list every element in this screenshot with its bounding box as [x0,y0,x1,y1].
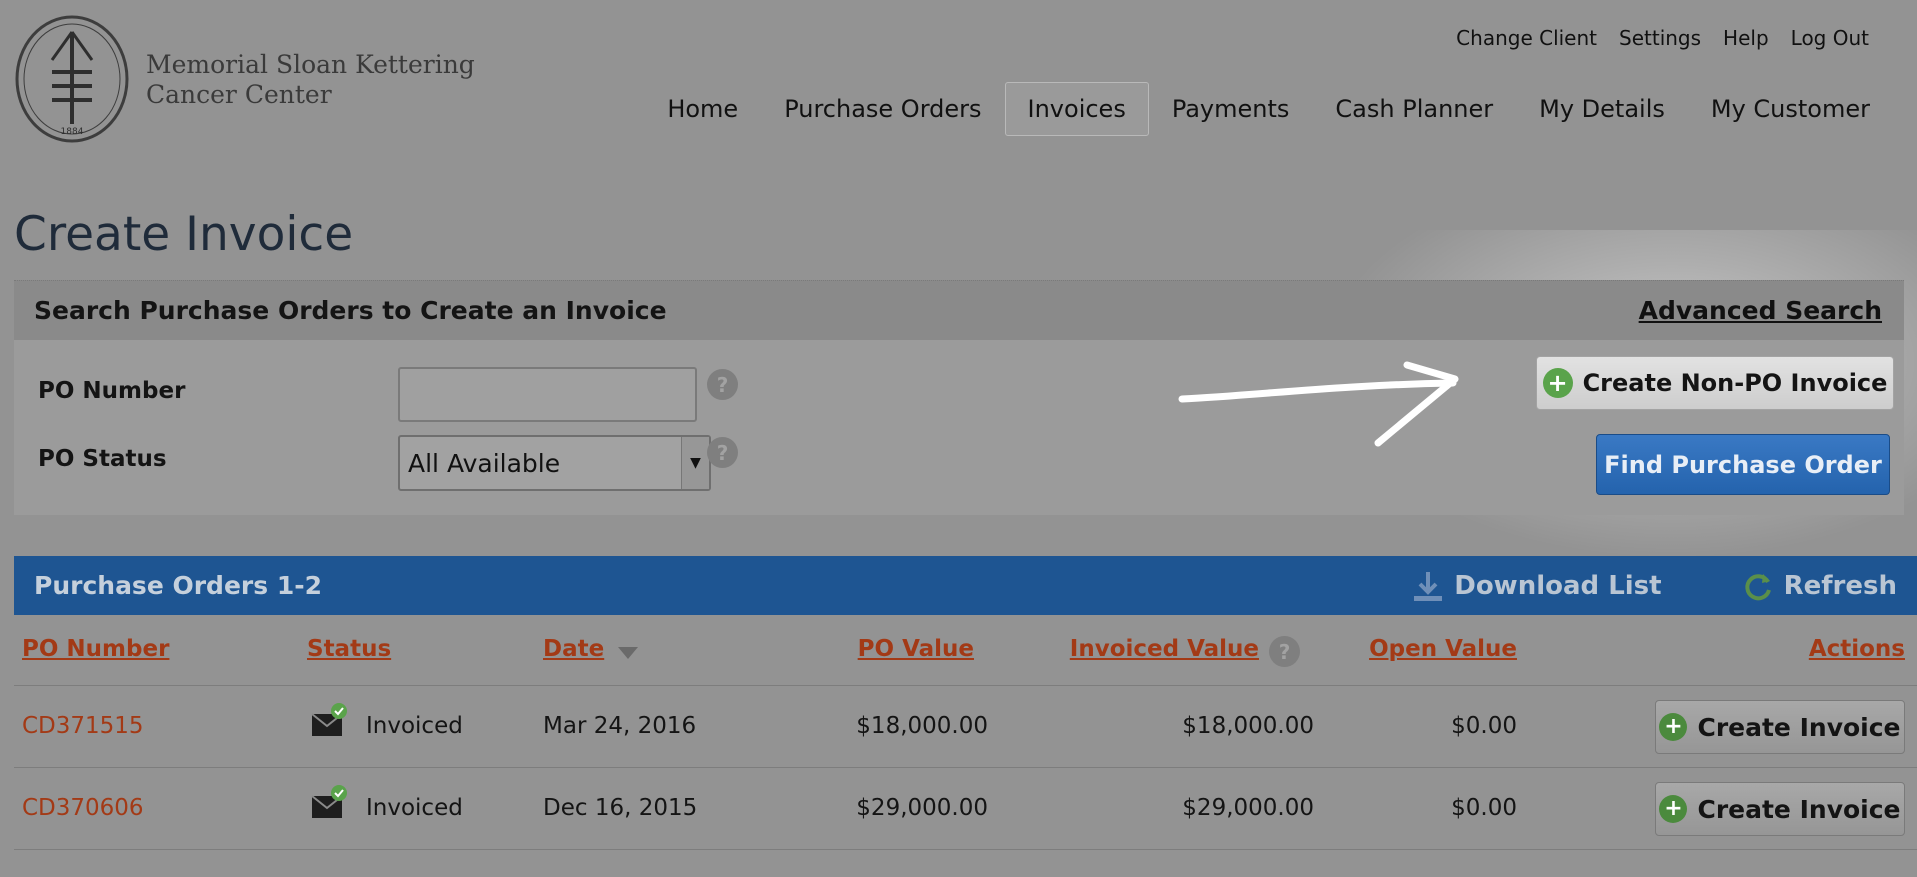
results-header-bar: Purchase Orders 1-2 Download List Refres… [14,556,1917,615]
download-list-label: Download List [1454,570,1662,601]
po-value-text: $29,000.00 [856,795,988,821]
create-invoice-button[interactable]: + Create Invoice [1655,700,1905,754]
create-nonpo-invoice-button[interactable]: + Create Non-PO Invoice [1536,356,1894,410]
org-name-line2: Cancer Center [146,80,332,109]
po-status-label: PO Status [38,446,167,472]
nav-my-customer[interactable]: My Customer [1688,82,1893,136]
open-value-text: $0.00 [1451,713,1517,739]
logo-year: 1884 [61,127,84,137]
sort-desc-icon[interactable] [617,646,639,660]
po-value-text: $18,000.00 [856,713,988,739]
col-date[interactable]: Date [543,636,604,662]
help-icon[interactable]: ? [707,369,738,400]
create-nonpo-label: Create Non-PO Invoice [1582,369,1888,397]
chevron-down-icon[interactable]: ▼ [681,437,709,489]
nav-payments[interactable]: Payments [1149,82,1313,136]
download-list-button[interactable]: Download List [1412,570,1662,602]
plus-circle-icon: + [1542,368,1573,398]
create-invoice-label: Create Invoice [1697,712,1901,742]
po-status-selected: All Available [408,449,561,478]
msk-logo-icon[interactable]: 1884 [14,14,130,144]
help-icon[interactable]: ? [707,437,738,468]
nav-invoices[interactable]: Invoices [1004,82,1149,136]
search-panel: Search Purchase Orders to Create an Invo… [14,280,1904,515]
main-nav: Home Purchase Orders Invoices Payments C… [644,82,1893,136]
utility-nav: Change Client Settings Help Log Out [1456,26,1869,50]
org-name: Memorial Sloan Kettering Cancer Center [146,50,475,110]
status-text: Invoiced [366,713,463,739]
search-title: Search Purchase Orders to Create an Invo… [34,296,667,325]
refresh-label: Refresh [1783,570,1897,601]
nav-my-details[interactable]: My Details [1516,82,1688,136]
create-invoice-label: Create Invoice [1697,794,1901,824]
col-actions: Actions [1808,636,1905,662]
search-header: Search Purchase Orders to Create an Invo… [14,280,1904,340]
status-text: Invoiced [366,795,463,821]
nav-cash-planner[interactable]: Cash Planner [1312,82,1516,136]
po-status-select[interactable]: All Available ▼ [398,435,711,491]
results-title: Purchase Orders 1-2 [34,571,322,600]
col-status[interactable]: Status [307,636,391,662]
plus-circle-icon: + [1659,713,1688,741]
po-number-link[interactable]: CD371515 [22,713,144,739]
open-value-text: $0.00 [1451,795,1517,821]
nav-purchase-orders[interactable]: Purchase Orders [761,82,1004,136]
table-row: CD371515 Invoiced Mar 24, 2016 $18,000.0… [14,685,1917,767]
envelope-check-icon [311,703,347,736]
table-header: PO Number Status Date PO Value Invoiced … [0,636,1917,686]
download-icon [1414,571,1443,601]
invoiced-value-text: $18,000.00 [1182,713,1314,739]
create-invoice-button[interactable]: + Create Invoice [1655,782,1905,836]
col-open-value[interactable]: Open Value [1369,636,1517,662]
col-po-value[interactable]: PO Value [858,636,974,662]
plus-circle-icon: + [1659,795,1688,823]
invoiced-value-text: $29,000.00 [1182,795,1314,821]
date-text: Mar 24, 2016 [543,713,697,739]
po-number-link[interactable]: CD370606 [22,795,144,821]
po-number-label: PO Number [38,378,186,404]
col-invoiced-value[interactable]: Invoiced Value [1070,636,1259,662]
table-row: CD370606 Invoiced Dec 16, 2015 $29,000.0… [14,767,1917,849]
annotation-arrow [1178,361,1459,447]
table-bottom-divider [14,849,1917,850]
logout-link[interactable]: Log Out [1791,26,1869,50]
change-client-link[interactable]: Change Client [1456,26,1597,50]
refresh-button[interactable]: Refresh [1742,570,1897,602]
results-actions: Download List Refresh [1412,570,1897,602]
date-text: Dec 16, 2015 [543,795,698,821]
page-title: Create Invoice [14,207,354,262]
po-number-input[interactable] [398,367,697,422]
org-name-line1: Memorial Sloan Kettering [146,50,475,79]
find-purchase-order-button[interactable]: Find Purchase Order [1596,434,1890,495]
envelope-check-icon [311,785,347,818]
refresh-icon [1744,573,1771,600]
help-icon[interactable]: ? [1269,636,1300,667]
help-link[interactable]: Help [1723,26,1769,50]
settings-link[interactable]: Settings [1619,26,1701,50]
col-po-number[interactable]: PO Number [22,636,169,662]
advanced-search-link[interactable]: Advanced Search [1639,296,1882,325]
nav-home[interactable]: Home [644,82,761,136]
